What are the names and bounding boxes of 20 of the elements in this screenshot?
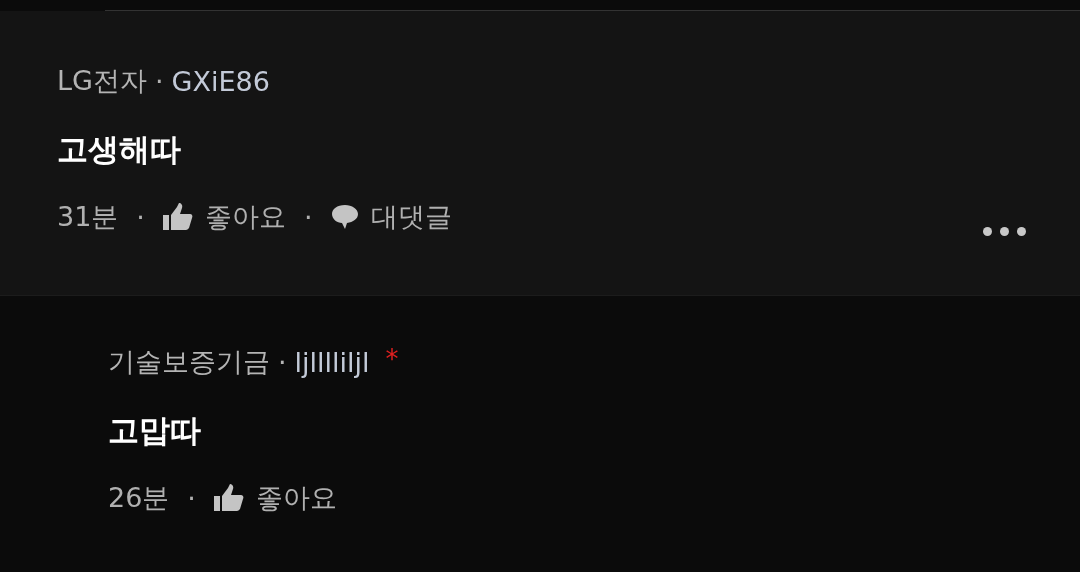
separator-dot: · (187, 482, 196, 514)
comment-text: 고생해따 (57, 130, 182, 169)
separator-dot: · (278, 346, 287, 378)
comment-text: 고맙따 (108, 411, 202, 450)
timestamp: 31분 (57, 200, 119, 234)
thumbs-up-icon (162, 203, 193, 231)
separator-dot: · (154, 65, 164, 97)
like-button[interactable]: 좋아요 (213, 480, 337, 516)
thumbs-up-icon (213, 484, 244, 512)
author-org: LG전자 (57, 64, 147, 98)
like-button[interactable]: 좋아요 (162, 199, 286, 235)
separator-dot: · (303, 201, 313, 233)
author-mark: * (385, 344, 399, 374)
reply-button[interactable]: 대댓글 (330, 199, 452, 235)
separator-dot: · (136, 201, 145, 233)
speech-bubble-icon (330, 204, 359, 230)
timestamp: 26분 (108, 481, 170, 515)
author-id: GXiE86 (171, 65, 270, 97)
author-id: ljlllliljl (294, 346, 370, 378)
author-org: 기술보증기금 (108, 345, 270, 379)
